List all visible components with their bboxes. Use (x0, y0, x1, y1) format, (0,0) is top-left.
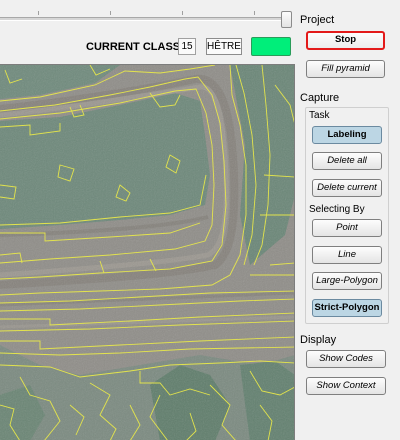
task-title: Task (309, 110, 330, 121)
slider-tick (182, 11, 183, 15)
class-code-field[interactable]: 15 (178, 38, 196, 55)
app-window: CURRENT CLASS: 15 HÊTRE Project Stop Fil… (0, 0, 400, 440)
delete-all-button[interactable]: Delete all (312, 152, 382, 170)
show-codes-button[interactable]: Show Codes (306, 350, 386, 368)
labeling-button[interactable]: Labeling (312, 126, 382, 144)
slider-tick (110, 11, 111, 15)
stop-button[interactable]: Stop (306, 31, 385, 50)
selecting-by-title: Selecting By (309, 204, 365, 215)
zoom-slider-track[interactable] (0, 17, 290, 21)
slider-tick (38, 11, 39, 15)
display-section-title: Display (300, 334, 337, 346)
segmentation-map[interactable] (0, 64, 295, 440)
fill-pyramid-button[interactable]: Fill pyramid (306, 60, 385, 78)
current-class-label: CURRENT CLASS: (86, 41, 184, 53)
class-color-swatch[interactable] (251, 37, 291, 56)
show-context-button[interactable]: Show Context (306, 377, 386, 395)
point-button[interactable]: Point (312, 219, 382, 237)
project-section-title: Project (300, 14, 335, 26)
large-polygon-button[interactable]: Large-Polygon (312, 272, 382, 290)
class-name-button[interactable]: HÊTRE (206, 38, 242, 55)
slider-tick (254, 11, 255, 15)
delete-current-button[interactable]: Delete current (312, 179, 382, 197)
line-button[interactable]: Line (312, 246, 382, 264)
zoom-slider-thumb[interactable] (281, 11, 292, 28)
capture-section-title: Capture (300, 92, 340, 104)
aerial-image[interactable] (0, 65, 295, 440)
strict-polygon-button[interactable]: Strict-Polygon (312, 299, 382, 317)
